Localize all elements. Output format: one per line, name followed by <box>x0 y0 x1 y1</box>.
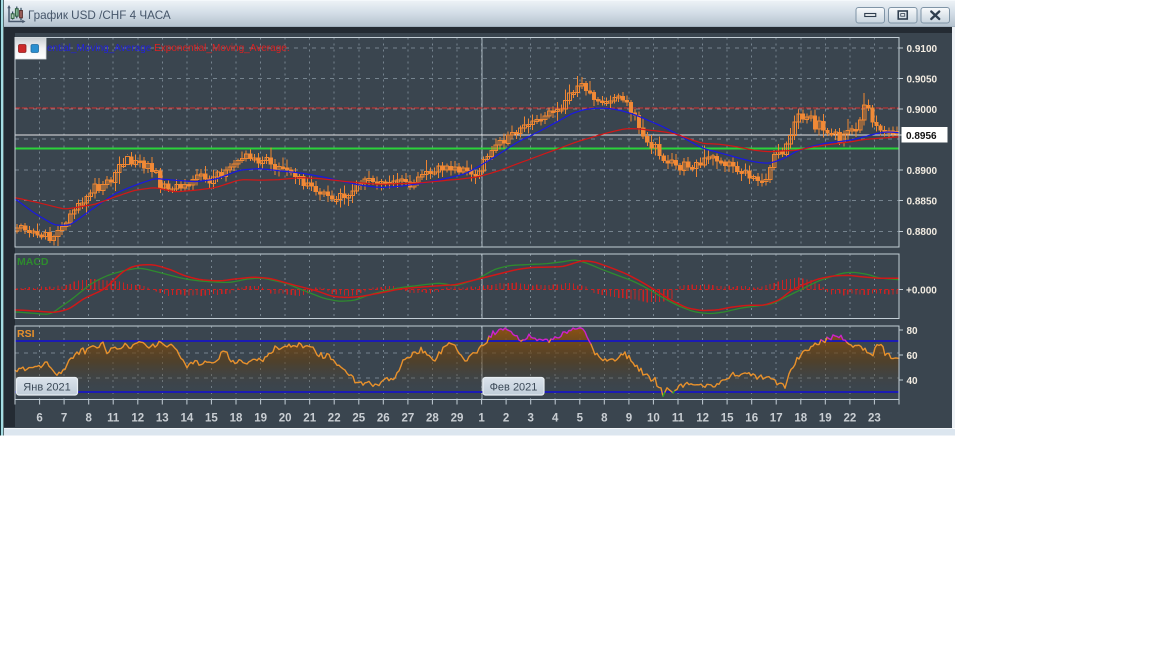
svg-text:График USD /CHF 4 ЧАСА: График USD /CHF 4 ЧАСА <box>28 9 171 22</box>
svg-text:6: 6 <box>36 413 42 425</box>
svg-text:RSI: RSI <box>17 328 35 340</box>
svg-text:15: 15 <box>721 413 734 425</box>
svg-text:8: 8 <box>601 413 608 425</box>
svg-text:29: 29 <box>451 413 464 425</box>
svg-text:18: 18 <box>794 413 807 425</box>
svg-text:8: 8 <box>85 413 92 425</box>
svg-text:7: 7 <box>61 413 67 425</box>
svg-text:16: 16 <box>745 413 758 425</box>
svg-text:MACD: MACD <box>17 256 49 268</box>
svg-text:0.8850: 0.8850 <box>907 197 938 208</box>
svg-text:0.8800: 0.8800 <box>907 227 938 238</box>
svg-text:19: 19 <box>819 413 832 425</box>
svg-text:14: 14 <box>181 413 194 425</box>
svg-text:60: 60 <box>907 351 919 362</box>
svg-text:Фев 2021: Фев 2021 <box>490 382 538 394</box>
svg-text:13: 13 <box>156 413 169 425</box>
svg-text:ential_Moving_Average.Exponent: ential_Moving_Average.Exponential_Moving… <box>47 43 290 54</box>
svg-text:21: 21 <box>303 413 316 425</box>
svg-text:25: 25 <box>352 413 365 425</box>
svg-text:10: 10 <box>647 413 660 425</box>
svg-text:4: 4 <box>552 413 559 425</box>
svg-text:2: 2 <box>503 413 509 425</box>
svg-text:0.9050: 0.9050 <box>907 74 938 85</box>
svg-text:15: 15 <box>205 413 218 425</box>
svg-text:3: 3 <box>527 413 533 425</box>
svg-text:22: 22 <box>844 413 857 425</box>
svg-text:0.8956: 0.8956 <box>906 131 937 142</box>
svg-text:0.8900: 0.8900 <box>907 166 938 177</box>
svg-text:12: 12 <box>696 413 709 425</box>
svg-text:22: 22 <box>328 413 341 425</box>
svg-text:1: 1 <box>478 413 485 425</box>
svg-text:80: 80 <box>907 326 919 337</box>
svg-text:0.9100: 0.9100 <box>907 44 938 55</box>
svg-text:0.9000: 0.9000 <box>907 105 938 116</box>
svg-text:11: 11 <box>672 413 685 425</box>
svg-text:27: 27 <box>402 413 415 425</box>
svg-text:+0.000: +0.000 <box>906 285 937 296</box>
svg-text:28: 28 <box>426 413 439 425</box>
svg-text:12: 12 <box>131 413 144 425</box>
svg-text:19: 19 <box>254 413 267 425</box>
svg-text:40: 40 <box>907 376 919 387</box>
svg-text:17: 17 <box>770 413 783 425</box>
svg-text:20: 20 <box>279 413 292 425</box>
svg-text:11: 11 <box>107 413 120 425</box>
svg-text:26: 26 <box>377 413 390 425</box>
svg-text:9: 9 <box>626 413 632 425</box>
svg-text:23: 23 <box>868 413 881 425</box>
svg-text:18: 18 <box>230 413 243 425</box>
svg-text:5: 5 <box>577 413 584 425</box>
svg-text:Янв 2021: Янв 2021 <box>23 382 70 394</box>
